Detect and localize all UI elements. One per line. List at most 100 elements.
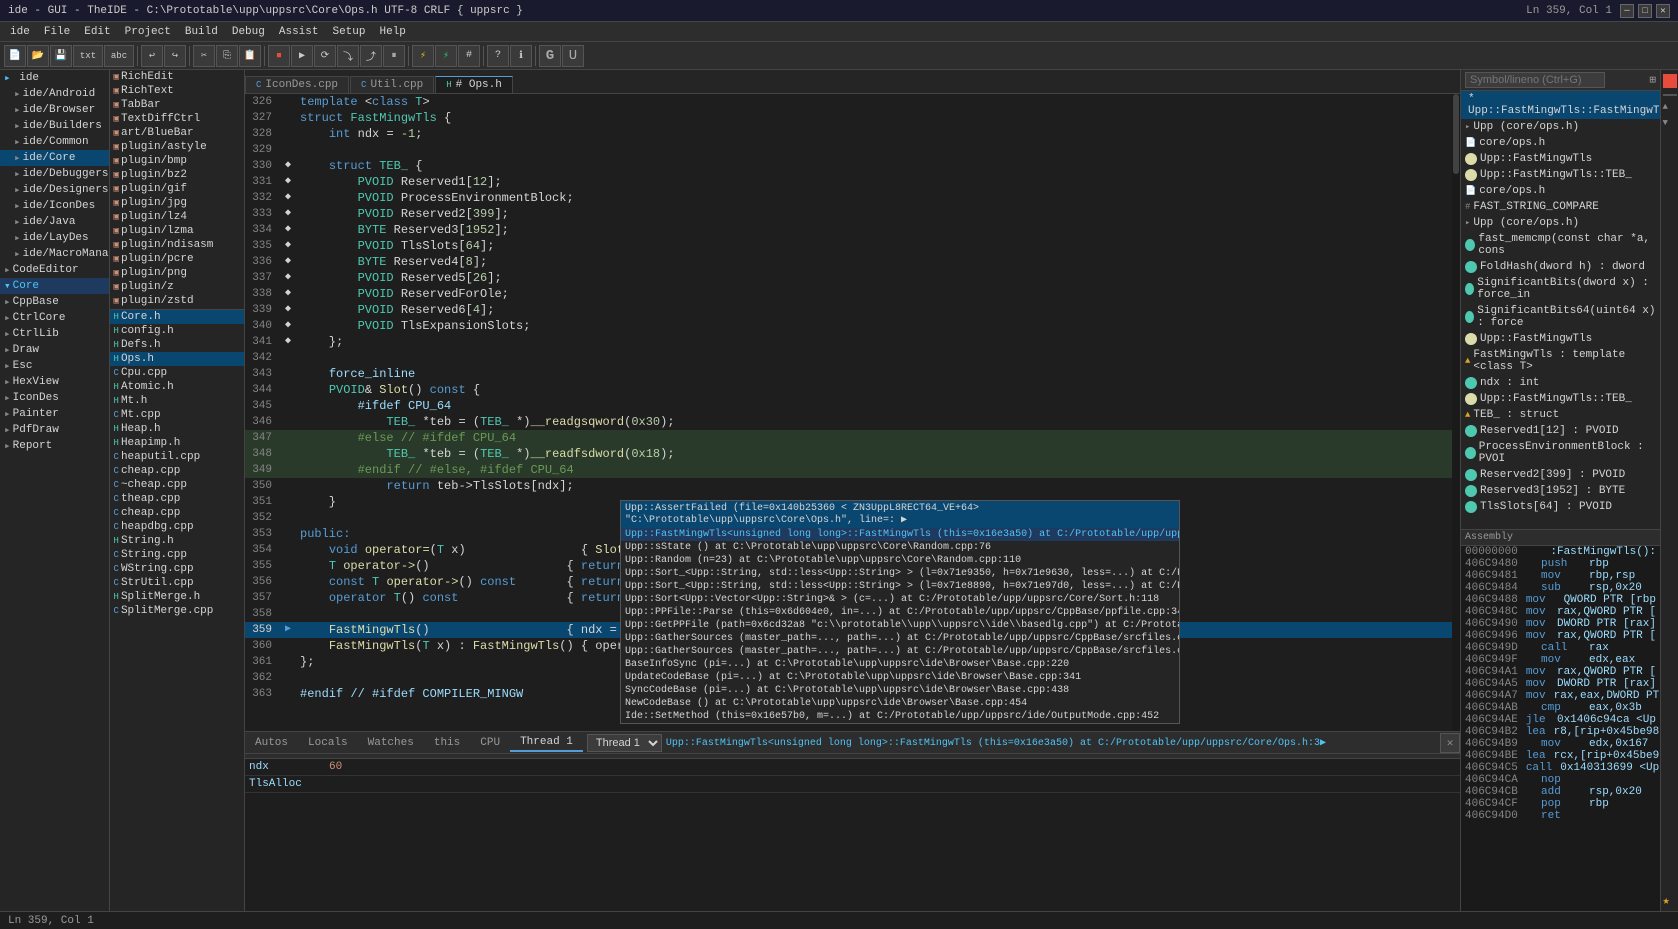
tb-redo[interactable]: ↪ (164, 45, 186, 67)
symbol-item-tpl[interactable]: ▲ FastMingwTls : template <class T> (1461, 347, 1660, 375)
debug-tab-locals[interactable]: Locals (298, 735, 358, 751)
file-cheap2[interactable]: C ~cheap.cpp (110, 478, 244, 492)
symbol-item-coreops[interactable]: 📄 core/ops.h (1461, 135, 1660, 151)
file-artbluebar[interactable]: ▣ art/BlueBar (110, 126, 244, 140)
debug-up-icon[interactable]: ▲ (1663, 102, 1677, 116)
menu-build[interactable]: Build (179, 25, 224, 39)
tree-esc[interactable]: ▸ Esc (0, 358, 109, 374)
tree-ide[interactable]: ▸ ide (0, 70, 109, 86)
debug-tab-cpu[interactable]: CPU (470, 735, 510, 751)
symbol-search-input[interactable] (1465, 72, 1605, 88)
tree-icondes[interactable]: ▸ IconDes (0, 390, 109, 406)
file-jpg[interactable]: ▣ plugin/jpg (110, 196, 244, 210)
file-cpu-cpp[interactable]: C Cpu.cpp (110, 366, 244, 380)
file-astyle[interactable]: ▣ plugin/astyle (110, 140, 244, 154)
file-heap-h[interactable]: H Heap.h (110, 422, 244, 436)
file-heapdbg[interactable]: C heapdbg.cpp (110, 520, 244, 534)
tree-painter[interactable]: ▸ Painter (0, 406, 109, 422)
popup-item-13[interactable]: NewCodeBase () at C:\Prototable\upp\upps… (621, 697, 1179, 710)
tree-report[interactable]: ▸ Report (0, 438, 109, 454)
popup-item-8[interactable]: Upp::GatherSources (master_path=..., pat… (621, 632, 1179, 645)
popup-item-6[interactable]: Upp::PPFile::Parse (this=0x6d604e0, in=.… (621, 606, 1179, 619)
tb-stop[interactable]: ⏸ (383, 45, 405, 67)
symbol-item-fastmemcmp[interactable]: fast_memcmp(const char *a, cons (1461, 231, 1660, 259)
file-richedit[interactable]: ▣ RichEdit (110, 70, 244, 84)
symbol-item-reserved2[interactable]: Reserved2[399] : PVOID (1461, 467, 1660, 483)
file-pcre[interactable]: ▣ plugin/pcre (110, 252, 244, 266)
menu-project[interactable]: Project (119, 25, 177, 39)
file-wstring[interactable]: C WString.cpp (110, 562, 244, 576)
popup-item-10[interactable]: BaseInfoSync (pi=...) at C:\Prototable\u… (621, 658, 1179, 671)
menu-help[interactable]: Help (374, 25, 412, 39)
symbol-item-procenvblock[interactable]: ProcessEnvironmentBlock : PVOI (1461, 439, 1660, 467)
file-mt-cpp[interactable]: C Mt.cpp (110, 408, 244, 422)
tree-ide-laydes[interactable]: ▸ ide/LayDes (0, 230, 109, 246)
tb-zap[interactable]: ⚡ (412, 45, 434, 67)
maximize-button[interactable]: □ (1638, 4, 1652, 18)
tb-hash[interactable]: # (458, 45, 480, 67)
file-string-cpp[interactable]: C String.cpp (110, 548, 244, 562)
symbol-item-upp2[interactable]: ▸ Upp (core/ops.h) (1461, 215, 1660, 231)
file-mt-h[interactable]: H Mt.h (110, 394, 244, 408)
symbol-search-icon[interactable]: ⊞ (1649, 73, 1656, 87)
file-bz2[interactable]: ▣ plugin/bz2 (110, 168, 244, 182)
tree-ide-debuggers[interactable]: ▸ ide/Debuggers (0, 166, 109, 182)
tb-info[interactable]: ℹ (510, 45, 532, 67)
tree-ide-builders[interactable]: ▸ ide/Builders (0, 118, 109, 134)
symbol-item-significantbits[interactable]: SignificantBits(dword x) : force_in (1461, 275, 1660, 303)
file-png[interactable]: ▣ plugin/png (110, 266, 244, 280)
tree-ide-java[interactable]: ▸ ide/Java (0, 214, 109, 230)
debug-tab-watches[interactable]: Watches (358, 735, 424, 751)
file-core-h[interactable]: H Core.h (110, 310, 244, 324)
tab-icondes-cpp[interactable]: C IconDes.cpp (245, 76, 349, 93)
file-config-h[interactable]: H config.h (110, 324, 244, 338)
file-gif[interactable]: ▣ plugin/gif (110, 182, 244, 196)
debug-star-icon[interactable]: ★ (1663, 893, 1677, 907)
popup-item-5[interactable]: Upp::Sort<Upp::Vector<Upp::String>& > (c… (621, 593, 1179, 606)
tree-ctrlcore[interactable]: ▸ CtrlCore (0, 310, 109, 326)
symbol-item-teb2[interactable]: Upp::FastMingwTls::TEB_ (1461, 391, 1660, 407)
file-richtext[interactable]: ▣ RichText (110, 84, 244, 98)
symbol-item-teb[interactable]: Upp::FastMingwTls::TEB_ (1461, 167, 1660, 183)
debug-tab-thread1[interactable]: Thread 1 (510, 734, 583, 752)
tree-ide-android[interactable]: ▸ ide/Android (0, 86, 109, 102)
tb-open[interactable]: 📂 (27, 45, 49, 67)
tb-g[interactable]: G (539, 45, 561, 67)
debug-tab-this[interactable]: this (424, 735, 470, 751)
menu-setup[interactable]: Setup (326, 25, 371, 39)
tree-ide-designers[interactable]: ▸ ide/Designers (0, 182, 109, 198)
file-lzma[interactable]: ▣ plugin/lzma (110, 224, 244, 238)
tb-stepinto[interactable]: ⤵ (337, 45, 359, 67)
menu-file[interactable]: File (38, 25, 76, 39)
tree-draw[interactable]: ▸ Draw (0, 342, 109, 358)
symbol-item-fastmingwtls1[interactable]: Upp::FastMingwTls (1461, 151, 1660, 167)
file-cheap[interactable]: C cheap.cpp (110, 506, 244, 520)
popup-item-3[interactable]: Upp::Sort_<Upp::String, std::less<Upp::S… (621, 567, 1179, 580)
tree-ide-common[interactable]: ▸ ide/Common (0, 134, 109, 150)
tb-cut[interactable]: ✂ (193, 45, 215, 67)
symbol-item-coreops2[interactable]: 📄 core/ops.h (1461, 183, 1660, 199)
file-ndisasm[interactable]: ▣ plugin/ndisasm (110, 238, 244, 252)
popup-item-9[interactable]: Upp::GatherSources (master_path=..., pat… (621, 645, 1179, 658)
menu-edit[interactable]: Edit (78, 25, 116, 39)
tree-ide-core[interactable]: ▸ ide/Core (0, 150, 109, 166)
tb-undo[interactable]: ↩ (141, 45, 163, 67)
symbol-item-foldhash[interactable]: FoldHash(dword h) : dword (1461, 259, 1660, 275)
tb-copy[interactable]: ⎘ (216, 45, 238, 67)
popup-item-4[interactable]: Upp::Sort_<Upp::String, std::less<Upp::S… (621, 580, 1179, 593)
symbol-item-reserved3[interactable]: Reserved3[1952] : BYTE (1461, 483, 1660, 499)
minimize-button[interactable]: ─ (1620, 4, 1634, 18)
tb-paste[interactable]: 📋 (239, 45, 261, 67)
symbol-item-fastmingwtls2[interactable]: Upp::FastMingwTls (1461, 331, 1660, 347)
tree-core[interactable]: ▾ Core (0, 278, 109, 294)
tab-util-cpp[interactable]: C Util.cpp (350, 76, 434, 93)
symbol-item-selected[interactable]: * Upp::FastMingwTls::FastMingwTls (1461, 91, 1660, 119)
file-heapimp-h[interactable]: H Heapimp.h (110, 436, 244, 450)
tb-stepout[interactable]: ⤴ (360, 45, 382, 67)
tb-new[interactable]: 📄 (4, 45, 26, 67)
tb-stepover[interactable]: ⟳ (314, 45, 336, 67)
popup-item-1[interactable]: Upp::sState () at C:\Prototable\upp\upps… (621, 541, 1179, 554)
tree-cppbase[interactable]: ▸ CppBase (0, 294, 109, 310)
tree-ide-browser[interactable]: ▸ ide/Browser (0, 102, 109, 118)
symbol-item-reserved1[interactable]: Reserved1[12] : PVOID (1461, 423, 1660, 439)
